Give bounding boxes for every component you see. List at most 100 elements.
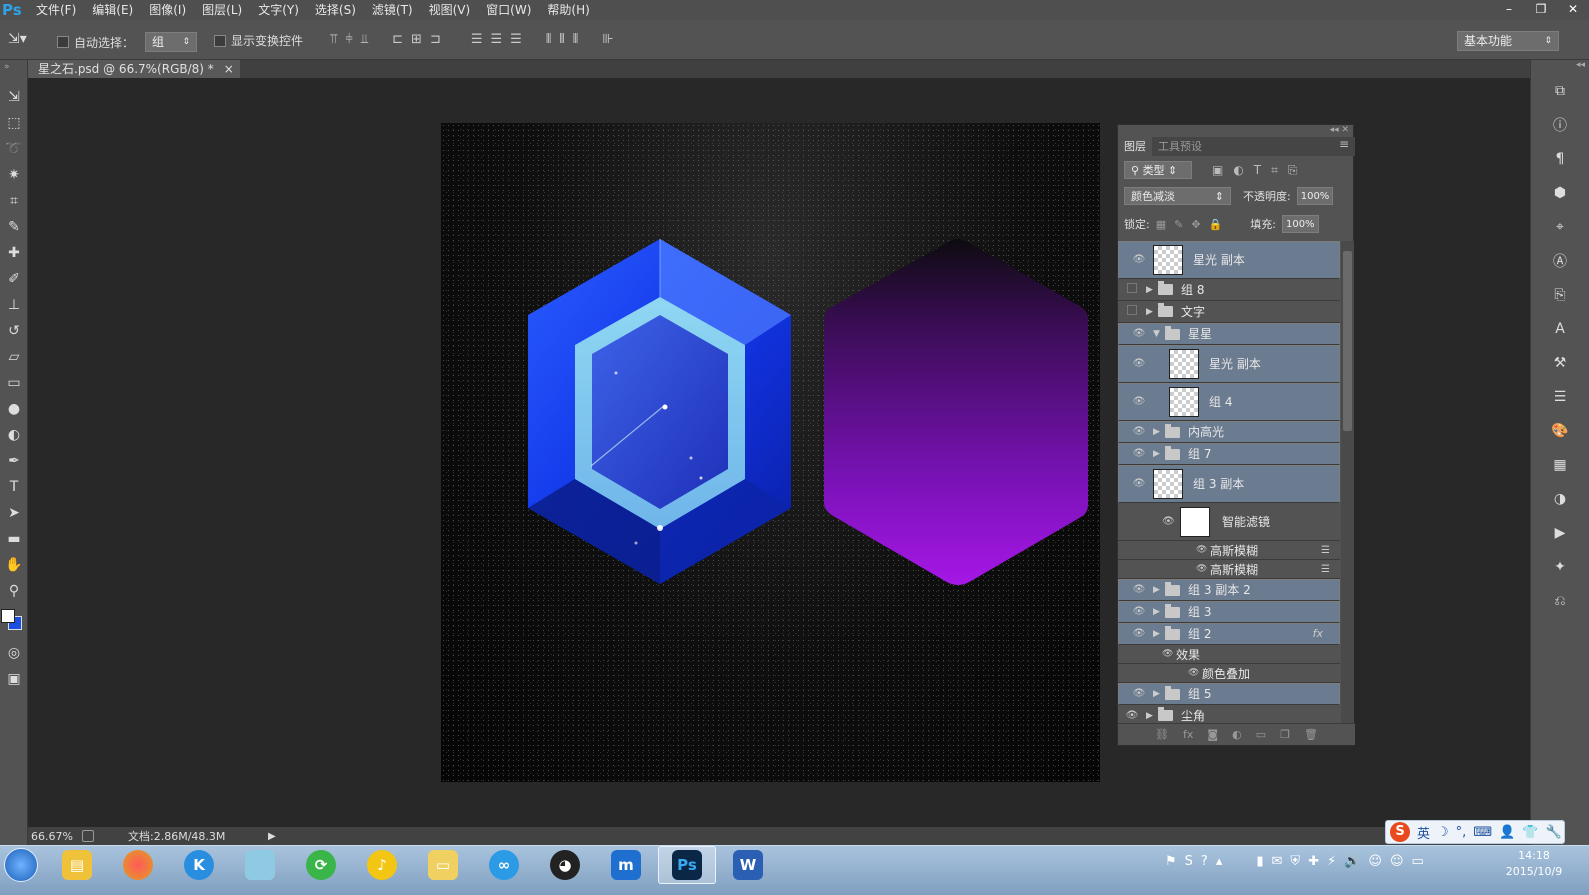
- zoom-tool-icon[interactable]: ⚲: [0, 578, 28, 604]
- group-expand-icon[interactable]: ▶: [1146, 285, 1158, 295]
- color-panel-icon[interactable]: 🎨: [1544, 414, 1576, 448]
- layer-visibility-eye-icon[interactable]: 👁: [1118, 710, 1146, 721]
- blue-gem[interactable]: [528, 239, 791, 584]
- align-vcenter-icon[interactable]: ⫩: [345, 32, 352, 47]
- layer-list-scrollbar[interactable]: [1341, 241, 1354, 723]
- sogou-logo-icon[interactable]: S: [1390, 822, 1410, 842]
- tray-arrow-icon[interactable]: ▴: [1216, 854, 1223, 869]
- path-selection-tool-icon[interactable]: ➤: [0, 500, 28, 526]
- ime-punctuation-icon[interactable]: °,: [1456, 825, 1467, 840]
- menu-filter[interactable]: 滤镜(T): [364, 0, 421, 20]
- layer-row[interactable]: 👁 高斯模糊 ☰: [1118, 541, 1340, 560]
- group-expand-icon[interactable]: ▶: [1153, 423, 1165, 441]
- layer-visibility-eye-icon[interactable]: 👁: [1125, 325, 1153, 343]
- auto-align-icon[interactable]: ⊪: [602, 32, 613, 47]
- taskbar-app-qq[interactable]: ◕: [536, 846, 594, 884]
- info-panel-icon[interactable]: ⓘ: [1544, 108, 1576, 142]
- align-left-icon[interactable]: ⊏: [392, 32, 403, 47]
- clone-stamp-tool-icon[interactable]: ⊥: [0, 292, 28, 318]
- ime-tools-icon[interactable]: 🔧: [1545, 825, 1561, 840]
- quick-mask-icon[interactable]: ◎: [0, 640, 28, 666]
- document-tab[interactable]: 星之石.psd @ 66.7%(RGB/8) * ×: [28, 60, 240, 78]
- layer-row[interactable]: 👁 高斯模糊 ☰: [1118, 560, 1340, 579]
- layer-visibility-eye-icon[interactable]: 👁: [1125, 423, 1153, 441]
- tool-presets-icon[interactable]: ⚒: [1544, 346, 1576, 380]
- menu-view[interactable]: 视图(V): [421, 0, 479, 20]
- taskbar-app-maxthon[interactable]: m: [597, 846, 655, 884]
- sub-visibility-eye-icon[interactable]: 👁: [1188, 668, 1202, 678]
- close-button[interactable]: ✕: [1557, 0, 1589, 20]
- taskbar-app-refresh[interactable]: ⟳: [292, 846, 350, 884]
- layer-visibility-eye-icon[interactable]: 👁: [1125, 625, 1153, 643]
- tray-wechat-icon[interactable]: ✉: [1272, 854, 1283, 869]
- align-hcenter-icon[interactable]: ⊞: [411, 32, 422, 47]
- clone-source-icon[interactable]: ⎘: [1544, 278, 1576, 312]
- actions-panel-icon[interactable]: ▶: [1544, 516, 1576, 550]
- layer-row[interactable]: ▶ 文字: [1118, 301, 1340, 323]
- tray-qq-icon[interactable]: ☺: [1368, 854, 1382, 869]
- layer-row[interactable]: 👁 颜色叠加: [1118, 664, 1340, 683]
- auto-select-checkbox[interactable]: [57, 36, 69, 48]
- fx-icon[interactable]: fx: [1183, 728, 1193, 741]
- dodge-tool-icon[interactable]: ◐: [0, 422, 28, 448]
- layer-row[interactable]: 👁 ▶ 组 3: [1118, 601, 1340, 623]
- layer-row[interactable]: 👁 ▶ 尘角: [1118, 705, 1340, 723]
- layer-row[interactable]: 👁 星光 副本: [1118, 345, 1340, 383]
- styles-panel-icon[interactable]: ◑: [1544, 482, 1576, 516]
- group-expand-icon[interactable]: ▶: [1146, 307, 1158, 317]
- group-expand-icon[interactable]: ▶: [1153, 445, 1165, 463]
- tray-sogou-icon[interactable]: S: [1185, 854, 1193, 869]
- filter-options-icon[interactable]: ☰: [1321, 545, 1330, 556]
- status-share-icon[interactable]: [82, 830, 94, 842]
- magic-wand-tool-icon[interactable]: ✷: [0, 162, 28, 188]
- distribute-vcenter-icon[interactable]: ☰: [491, 32, 503, 47]
- tab-layers[interactable]: 图层: [1118, 137, 1152, 156]
- workspace-dropdown[interactable]: 基本功能 ⇕: [1457, 31, 1559, 51]
- show-transform-checkbox[interactable]: [214, 34, 226, 47]
- panel-collapse-icon[interactable]: ◂◂ ✕: [1330, 125, 1349, 135]
- menu-file[interactable]: 文件(F): [28, 0, 84, 20]
- layer-row[interactable]: 👁 ▶ 组 3 副本 2: [1118, 579, 1340, 601]
- tray-volume-icon[interactable]: 🔊: [1344, 854, 1360, 869]
- screen-mode-icon[interactable]: ▣: [0, 666, 28, 692]
- sub-visibility-eye-icon[interactable]: 👁: [1162, 649, 1176, 659]
- layer-filter-dropdown[interactable]: ⚲ 类型 ⇕: [1124, 161, 1192, 179]
- align-top-icon[interactable]: ⫪: [330, 32, 337, 47]
- panel-menu-icon[interactable]: ≡: [1339, 137, 1355, 156]
- paragraph-panel-icon[interactable]: ¶: [1544, 142, 1576, 176]
- character-panel-icon[interactable]: A: [1544, 312, 1576, 346]
- distribute-right-icon[interactable]: ⫴: [573, 32, 578, 47]
- link-icon[interactable]: ⛓: [1155, 728, 1169, 741]
- layer-visibility-eye-icon[interactable]: 👁: [1125, 445, 1153, 463]
- gradient-tool-icon[interactable]: ▭: [0, 370, 28, 396]
- new-group-icon[interactable]: ▭: [1256, 728, 1266, 741]
- group-expand-icon[interactable]: ▶: [1153, 603, 1165, 621]
- layer-row[interactable]: 👁 ▶ 组 5: [1118, 683, 1340, 705]
- ime-user-icon[interactable]: 👤: [1499, 825, 1515, 840]
- group-expand-icon[interactable]: ▶: [1146, 711, 1158, 721]
- crop-tool-icon[interactable]: ⌗: [0, 188, 28, 214]
- opacity-input[interactable]: 100%: [1296, 187, 1334, 205]
- layer-row[interactable]: 👁 效果: [1118, 645, 1340, 664]
- move-tool-preset-icon[interactable]: ⇲▾: [8, 31, 27, 47]
- lock-icons[interactable]: ▦✎✥🔒: [1156, 218, 1231, 231]
- tray-network-icon[interactable]: ⚡: [1327, 854, 1336, 869]
- tray-display-icon[interactable]: ▭: [1412, 854, 1424, 869]
- auto-select-dropdown[interactable]: 组 ⇕: [145, 32, 198, 52]
- history-brush-tool-icon[interactable]: ↺: [0, 318, 28, 344]
- menu-layer[interactable]: 图层(L): [194, 0, 250, 20]
- timeline-panel-icon[interactable]: ⎌: [1544, 584, 1576, 618]
- layer-visibility-eye-icon[interactable]: 👁: [1125, 475, 1153, 493]
- layer-row[interactable]: 👁 ▶ 内高光: [1118, 421, 1340, 443]
- group-expand-icon[interactable]: ▶: [1153, 685, 1165, 703]
- taskbar-app-photoshop[interactable]: Ps: [658, 846, 716, 884]
- layer-row[interactable]: 👁 ▶ 组 2 fx: [1118, 623, 1340, 645]
- tray-help-icon[interactable]: ?: [1201, 854, 1208, 869]
- hand-tool-icon[interactable]: ✋: [0, 552, 28, 578]
- ime-keyboard-icon[interactable]: ⌨: [1473, 825, 1492, 840]
- tray-flag-icon[interactable]: ⚑: [1165, 854, 1177, 869]
- menu-window[interactable]: 窗口(W): [478, 0, 539, 20]
- layer-row[interactable]: 👁 智能滤镜: [1118, 503, 1340, 541]
- layer-visibility-eye-icon[interactable]: 👁: [1125, 685, 1153, 703]
- history-panel-icon[interactable]: ⧉: [1544, 74, 1576, 108]
